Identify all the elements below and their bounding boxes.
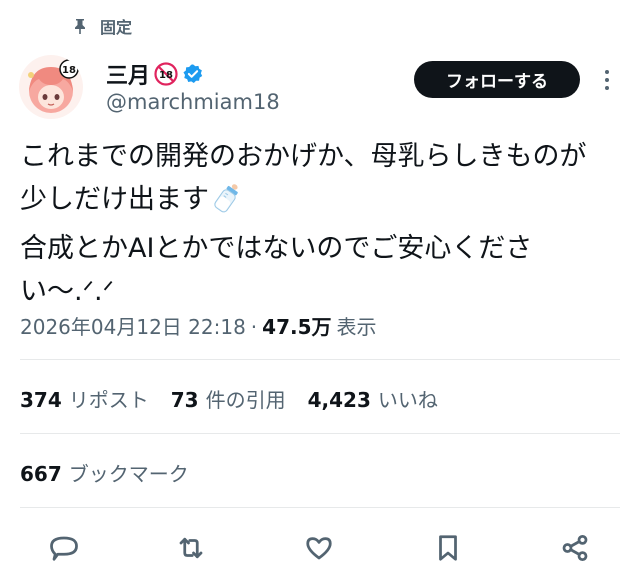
repost-stat[interactable]: 374 リポスト [20, 384, 149, 413]
tweet-line: い〜.ᐟ.ᐟ [20, 276, 115, 307]
author-name-row[interactable]: 三月 18 [106, 58, 204, 90]
avatar[interactable]: 18 [19, 55, 83, 119]
tweet-line-text: 少しだけ出ます [20, 184, 209, 215]
pinned-indicator: 固定 [72, 14, 132, 38]
view-count: 47.5万 [262, 315, 332, 339]
verified-badge-icon[interactable] [182, 63, 204, 85]
quote-stat[interactable]: 73 件の引用 [171, 384, 286, 413]
quote-count: 73 [170, 388, 199, 412]
age-badge-icon: 18 [154, 62, 178, 86]
baby-bottle-icon [213, 182, 241, 227]
author-handle[interactable]: @marchmiam18 [106, 90, 280, 114]
reply-icon [50, 536, 78, 561]
follow-button[interactable]: フォローする [414, 61, 580, 98]
like-button[interactable] [301, 530, 337, 566]
like-stat[interactable]: 4,423 いいね [308, 384, 438, 413]
divider [20, 359, 620, 360]
tweet-line: 合成とかAIとかではないのでご安心くださ [20, 233, 533, 264]
tweet-meta: 2026年04月12日 22:18 · 47.5万 表示 [20, 311, 377, 340]
bookmark-stat[interactable]: 667 ブックマーク [20, 458, 189, 487]
like-count: 4,423 [307, 388, 371, 412]
bookmark-icon [439, 535, 457, 561]
bookmark-button[interactable] [430, 530, 466, 566]
reply-button[interactable] [46, 530, 82, 566]
action-bar [0, 530, 640, 570]
share-icon [562, 535, 588, 561]
pin-icon [75, 19, 85, 34]
bookmark-count: 667 [20, 462, 62, 486]
tweet-line: これまでの開発のおかげか、母乳らしきものが [20, 141, 587, 172]
repost-button[interactable] [173, 530, 209, 566]
view-label: 表示 [336, 315, 377, 339]
meta-separator: · [250, 315, 258, 339]
svg-text:18: 18 [159, 70, 173, 81]
like-icon [306, 537, 332, 560]
timestamp[interactable]: 2026年04月12日 22:18 [20, 311, 246, 340]
pinned-label: 固定 [100, 18, 133, 37]
more-options-icon[interactable] [597, 68, 617, 92]
svg-text:18: 18 [62, 65, 76, 76]
repost-label: リポスト [68, 388, 149, 412]
share-button[interactable] [557, 530, 593, 566]
bookmark-label: ブックマーク [68, 462, 189, 486]
like-label: いいね [377, 388, 438, 412]
divider [20, 507, 620, 508]
quote-label: 件の引用 [205, 388, 286, 412]
repost-icon [179, 537, 203, 559]
tweet-line: 少しだけ出ます [20, 178, 620, 227]
engagement-stats: 374 リポスト 73 件の引用 4,423 いいね [20, 384, 460, 413]
divider [20, 433, 620, 434]
display-name[interactable]: 三月 [106, 58, 150, 90]
tweet-text: これまでの開発のおかげか、母乳らしきものが 少しだけ出ます 合成とかAIとかでは… [20, 135, 620, 313]
repost-count: 374 [20, 388, 62, 412]
